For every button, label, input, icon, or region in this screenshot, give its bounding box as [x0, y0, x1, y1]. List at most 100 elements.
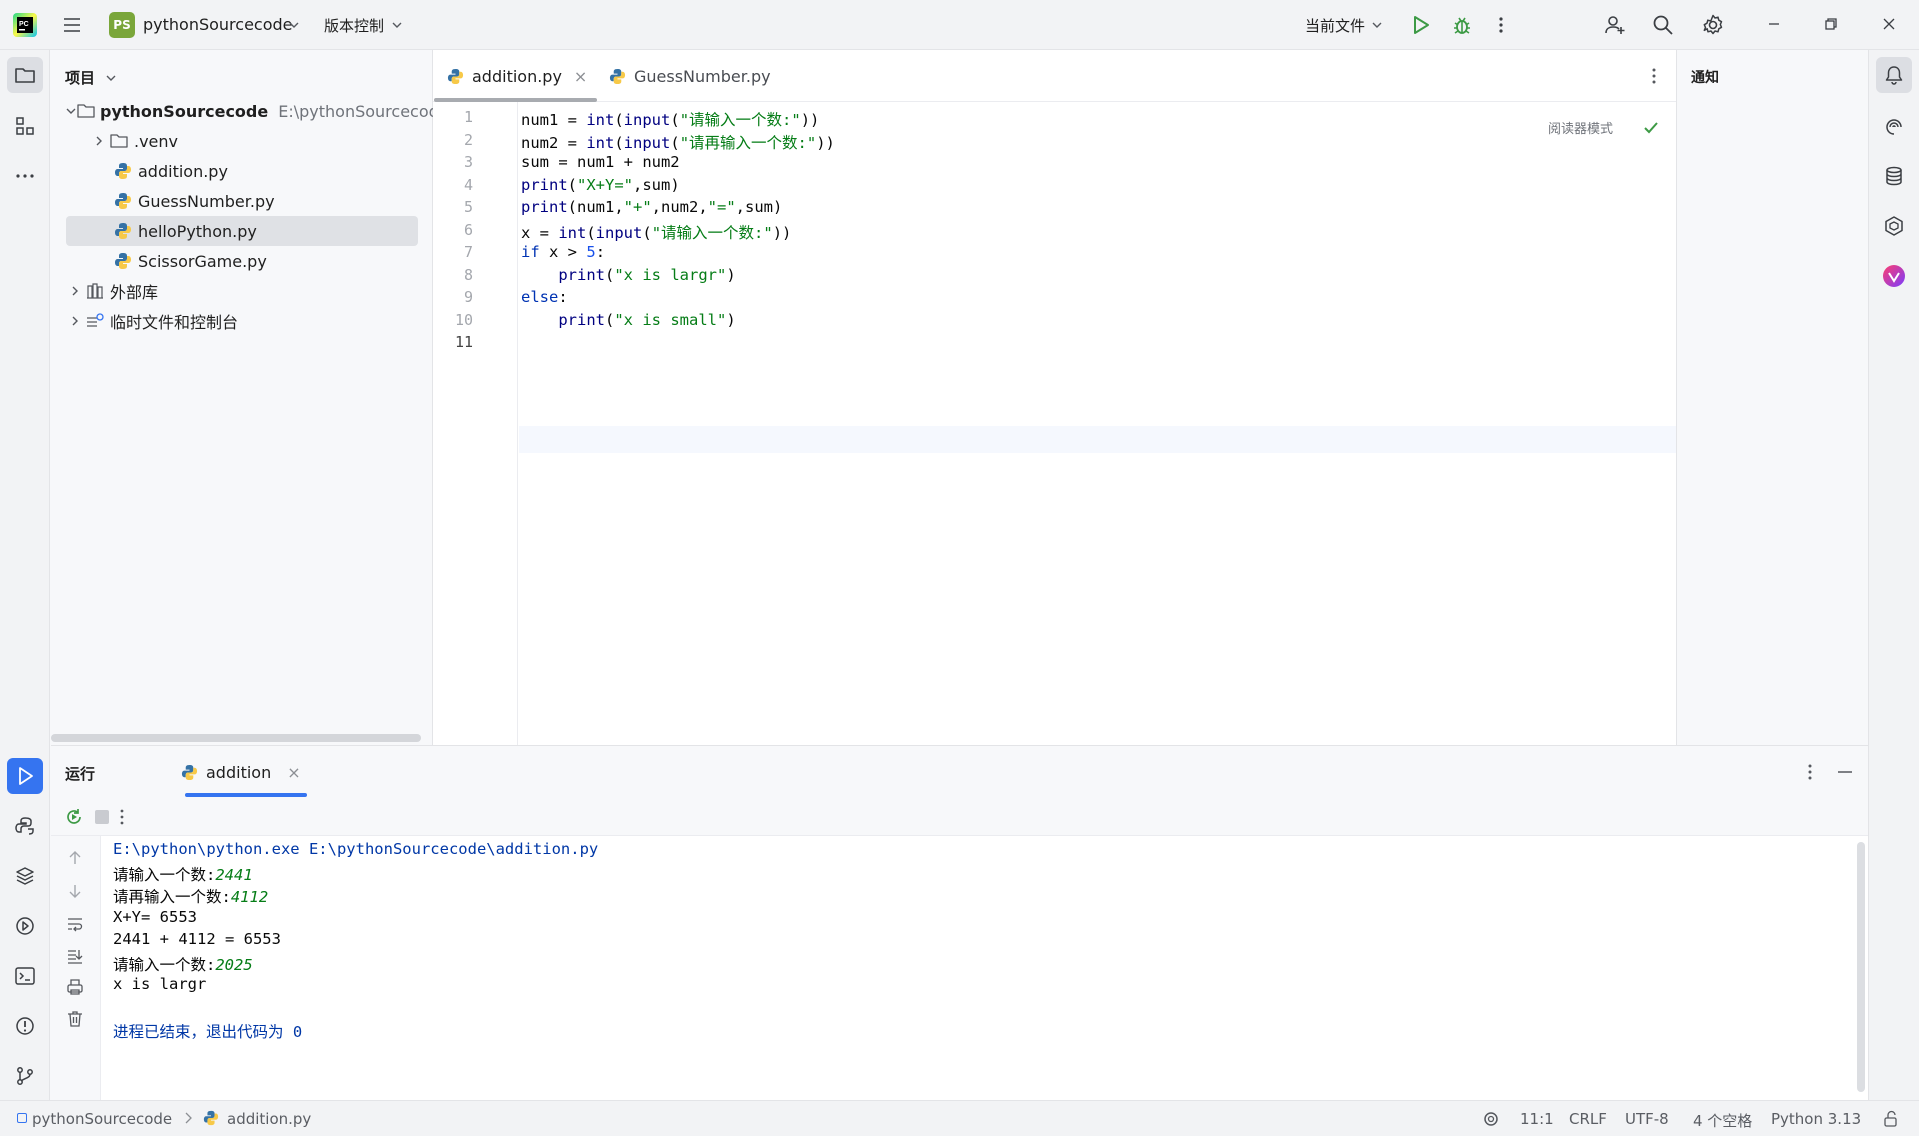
breadcrumb-project[interactable]: pythonSourcecode [32, 1110, 172, 1128]
close-window-icon[interactable] [1880, 15, 1898, 33]
more-vertical-icon[interactable] [1805, 762, 1815, 782]
code-line[interactable]: x = int(input("请输入一个数:")) [521, 221, 791, 243]
tab-close-icon[interactable]: × [574, 67, 587, 86]
console-user-input: 4112 [230, 888, 269, 906]
vcs-menu[interactable]: 版本控制 [324, 15, 384, 36]
debug-button[interactable] [1451, 14, 1473, 36]
code-line[interactable]: print("x is largr") [521, 266, 735, 284]
code-line[interactable]: print("x is small") [521, 311, 735, 329]
chevron-down-icon[interactable] [105, 72, 117, 84]
more-tools-button[interactable] [7, 158, 43, 194]
tree-item-hellopython[interactable]: helloPython.py [66, 216, 418, 246]
clear-trash-icon[interactable] [66, 1010, 84, 1028]
layers-tool-button[interactable] [7, 858, 43, 894]
run-config-selector[interactable]: 当前文件 [1305, 15, 1365, 36]
code-line[interactable]: print(num1,"+",num2,"=",sum) [521, 198, 782, 216]
add-user-icon[interactable] [1603, 13, 1627, 37]
current-line-highlight [519, 426, 1676, 453]
scroll-up-icon[interactable] [66, 849, 84, 867]
code-line[interactable]: else: [521, 288, 568, 306]
breadcrumb-file[interactable]: addition.py [227, 1110, 311, 1128]
tab-guessnumber-py[interactable]: GuessNumber.py [609, 50, 771, 102]
line-ending[interactable]: CRLF [1569, 1110, 1607, 1128]
line-number[interactable]: 3 [433, 153, 473, 171]
structure-tool-button[interactable] [7, 108, 43, 144]
more-vertical-icon[interactable] [1649, 66, 1659, 86]
minimize-window-icon[interactable] [1765, 15, 1783, 33]
chevron-right-icon[interactable] [65, 281, 85, 301]
code-line[interactable]: num2 = int(input("请再输入一个数:")) [521, 131, 835, 153]
database-tool-button[interactable] [1876, 158, 1912, 194]
line-number[interactable]: 9 [433, 288, 473, 306]
ai-assistant-tool-button[interactable] [1876, 108, 1912, 144]
more-vertical-icon[interactable] [1496, 14, 1506, 36]
tree-item-guessnumber[interactable]: GuessNumber.py [113, 186, 418, 216]
project-selector[interactable]: pythonSourcecode [143, 15, 293, 34]
layers-icon [16, 867, 34, 885]
print-icon[interactable] [66, 978, 84, 996]
soft-wrap-icon[interactable] [66, 915, 84, 933]
stop-icon[interactable] [95, 810, 109, 824]
tree-item-addition[interactable]: addition.py [113, 156, 418, 186]
code-line[interactable]: print("X+Y=",sum) [521, 176, 680, 194]
pycharm-logo-icon[interactable]: PC [13, 13, 37, 37]
scroll-down-icon[interactable] [66, 882, 84, 900]
lock-icon[interactable] [1883, 1110, 1899, 1128]
run-button[interactable] [1410, 14, 1432, 36]
line-number[interactable]: 10 [433, 311, 473, 329]
line-number[interactable]: 5 [433, 198, 473, 216]
code-line[interactable]: num1 = int(input("请输入一个数:")) [521, 108, 819, 130]
restore-window-icon[interactable] [1822, 15, 1840, 33]
hide-panel-icon[interactable] [1835, 762, 1855, 782]
python-packages-button[interactable] [7, 808, 43, 844]
cursor-position[interactable]: 11:1 [1520, 1110, 1554, 1128]
run-tab-close-icon[interactable]: × [287, 763, 300, 782]
problems-tool-button[interactable] [7, 1008, 43, 1044]
chevron-right-icon[interactable] [89, 131, 109, 151]
reader-mode-toggle[interactable]: 阅读器模式 [1548, 118, 1613, 137]
line-number[interactable]: 4 [433, 176, 473, 194]
project-horizontal-scrollbar[interactable] [51, 734, 421, 742]
line-number[interactable]: 6 [433, 221, 473, 239]
line-number[interactable]: 1 [433, 108, 473, 126]
tree-item-scissorgame[interactable]: ScissorGame.py [113, 246, 418, 276]
console-output[interactable]: E:\python\python.exe E:\pythonSourcecode… [101, 836, 1868, 1101]
line-number[interactable]: 11 [433, 333, 473, 351]
file-encoding[interactable]: UTF-8 [1625, 1110, 1669, 1128]
indent-setting[interactable]: 4 个空格 [1693, 1110, 1752, 1131]
tree-root-path: E:\pythonSourcecode [278, 101, 449, 121]
ai-status-icon[interactable] [1482, 1110, 1500, 1128]
code-line[interactable]: if x > 5: [521, 243, 605, 261]
tab-addition-py[interactable]: addition.py × [447, 50, 587, 102]
settings-gear-icon[interactable] [1701, 13, 1725, 37]
chevron-right-icon[interactable] [65, 311, 85, 331]
rerun-icon[interactable] [64, 807, 84, 827]
code-line[interactable]: sum = num1 + num2 [521, 153, 680, 171]
notifications-tool-button[interactable] [1876, 57, 1912, 93]
project-panel-title[interactable]: 项目 [65, 67, 95, 88]
main-menu-icon[interactable] [62, 15, 82, 35]
python-interpreter[interactable]: Python 3.13 [1771, 1110, 1861, 1128]
ai-plugin-tool-button[interactable] [1876, 258, 1912, 294]
line-number[interactable]: 8 [433, 266, 473, 284]
console-scrollbar[interactable] [1857, 842, 1865, 1092]
plugin-tool-button[interactable] [1876, 208, 1912, 244]
tree-item-external-libraries[interactable]: 外部库 [65, 276, 417, 306]
services-tool-button[interactable] [7, 908, 43, 944]
tree-root-row[interactable]: pythonSourcecode E:\pythonSourcecode [65, 96, 449, 126]
inspection-ok-icon[interactable] [1643, 120, 1659, 136]
tree-item-venv[interactable]: .venv [89, 126, 418, 156]
chevron-down-icon[interactable] [65, 101, 77, 121]
scroll-to-end-icon[interactable] [66, 947, 84, 965]
search-icon[interactable] [1652, 14, 1674, 36]
run-tab-addition[interactable]: addition × [131, 746, 306, 798]
terminal-tool-button[interactable] [7, 958, 43, 994]
line-number[interactable]: 2 [433, 131, 473, 149]
git-tool-button[interactable] [7, 1058, 43, 1094]
more-vertical-icon[interactable] [117, 807, 127, 827]
line-number[interactable]: 7 [433, 243, 473, 261]
run-tool-button[interactable] [7, 758, 43, 794]
project-tool-button[interactable] [7, 57, 43, 93]
tree-item-scratches[interactable]: 临时文件和控制台 [65, 306, 417, 336]
project-badge[interactable]: PS [109, 12, 135, 38]
